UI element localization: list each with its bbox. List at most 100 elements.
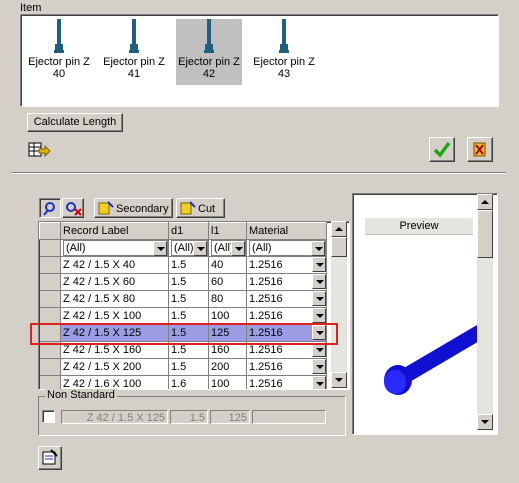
material-value: 1.2516	[249, 361, 283, 373]
column-header-record-label[interactable]: Record Label	[60, 222, 169, 240]
row-header[interactable]	[39, 290, 61, 308]
preview-scrollbar[interactable]	[477, 194, 493, 430]
material-value: 1.2516	[249, 310, 283, 322]
cell-material[interactable]: 1.2516	[246, 375, 327, 390]
item-name: Ejector pin Z	[178, 56, 240, 68]
cell-material[interactable]: 1.2516	[246, 273, 327, 291]
cell-record-label[interactable]: Z 42 / 1.6 X 100	[60, 375, 169, 389]
table-row[interactable]: Z 42 / 1.5 X 200 1.5 200 1.2516	[39, 358, 327, 376]
wrench-icon	[43, 202, 55, 216]
row-header[interactable]	[39, 256, 61, 274]
cell-l1[interactable]: 200	[208, 358, 247, 376]
item-group-label: Item	[20, 2, 42, 14]
row-header[interactable]	[39, 273, 61, 291]
properties-icon	[42, 449, 58, 465]
table-arrow-icon	[28, 142, 51, 158]
filter-row: (All) (All) (All) (All)	[39, 239, 327, 257]
dropdown-arrow-icon[interactable]	[312, 308, 326, 323]
cell-record-label[interactable]: Z 42 / 1.5 X 100	[60, 307, 169, 325]
dropdown-arrow-icon[interactable]	[312, 274, 326, 289]
filter-d1[interactable]: (All)	[168, 239, 209, 257]
calculate-length-button[interactable]: Calculate Length	[27, 113, 123, 132]
cell-record-label[interactable]: Z 42 / 1.5 X 200	[60, 358, 169, 376]
cell-l1[interactable]: 100	[208, 375, 247, 389]
scroll-thumb[interactable]	[331, 237, 347, 257]
scroll-down-button[interactable]	[331, 372, 347, 388]
item-ejector-pin-40[interactable]: Ejector pin Z 40	[26, 19, 92, 85]
dropdown-arrow-icon[interactable]	[153, 241, 167, 256]
toolbar-tool-2[interactable]	[62, 198, 84, 218]
cell-record-label[interactable]: Z 42 / 1.5 X 40	[60, 256, 169, 274]
item-ejector-pin-42[interactable]: Ejector pin Z 42	[176, 19, 242, 85]
dropdown-arrow-icon[interactable]	[231, 241, 245, 256]
cell-d1[interactable]: 1.5	[168, 290, 209, 308]
table-row[interactable]: Z 42 / 1.5 X 60 1.5 60 1.2516	[39, 273, 327, 291]
cut-label: Cut	[198, 203, 216, 215]
cancel-button[interactable]	[467, 137, 493, 162]
dropdown-arrow-icon[interactable]	[312, 291, 326, 306]
cell-material[interactable]: 1.2516	[246, 290, 327, 308]
cut-button[interactable]: Cut	[176, 198, 225, 218]
item-name: Ejector pin Z	[28, 56, 90, 68]
dropdown-arrow-icon[interactable]	[311, 241, 325, 256]
material-value: 1.2516	[249, 276, 283, 288]
table-settings-button[interactable]	[27, 140, 51, 162]
filter-value: (All)	[174, 242, 194, 254]
cell-l1[interactable]: 80	[208, 290, 247, 308]
record-grid[interactable]: Record Label d1 l1 Material (All) (All) …	[38, 221, 350, 390]
item-ejector-pin-41[interactable]: Ejector pin Z 41	[101, 19, 167, 85]
row-header[interactable]	[39, 375, 61, 389]
filter-material[interactable]: (All)	[246, 239, 327, 257]
table-row[interactable]: Z 42 / 1.6 X 100 1.6 100 1.2516	[39, 375, 327, 390]
secondary-button[interactable]: Secondary	[94, 198, 173, 218]
grid-scrollbar[interactable]	[331, 221, 347, 388]
material-value: 1.2516	[249, 378, 283, 390]
material-value: 1.2516	[249, 293, 283, 305]
dropdown-arrow-icon[interactable]	[312, 376, 326, 389]
cell-record-label[interactable]: Z 42 / 1.5 X 60	[60, 273, 169, 291]
cell-l1[interactable]: 100	[208, 307, 247, 325]
cell-d1[interactable]: 1.5	[168, 256, 209, 274]
row-header[interactable]	[39, 358, 61, 376]
cell-d1[interactable]: 1.5	[168, 273, 209, 291]
scroll-thumb[interactable]	[477, 210, 493, 258]
cell-d1[interactable]: 1.6	[168, 375, 209, 389]
scroll-down-button[interactable]	[477, 414, 493, 430]
table-row[interactable]: Z 42 / 1.5 X 80 1.5 80 1.2516	[39, 290, 327, 308]
column-header-l1[interactable]: l1	[208, 222, 247, 240]
scroll-up-button[interactable]	[477, 194, 493, 210]
cell-record-label[interactable]: Z 42 / 1.5 X 80	[60, 290, 169, 308]
cell-d1[interactable]: 1.5	[168, 307, 209, 325]
ejector-pin-icon	[279, 19, 289, 53]
cell-l1[interactable]: 60	[208, 273, 247, 291]
row-header[interactable]	[39, 307, 61, 325]
cell-d1[interactable]: 1.5	[168, 358, 209, 376]
non-standard-material	[252, 410, 326, 424]
checkmark-icon	[433, 141, 451, 158]
dropdown-arrow-icon[interactable]	[312, 257, 326, 272]
table-row[interactable]: Z 42 / 1.5 X 40 1.5 40 1.2516	[39, 256, 327, 274]
filter-record-label[interactable]: (All)	[60, 239, 169, 257]
cell-material[interactable]: 1.2516	[246, 307, 327, 325]
dropdown-arrow-icon[interactable]	[312, 359, 326, 374]
cell-material[interactable]: 1.2516	[246, 358, 327, 376]
scroll-up-button[interactable]	[331, 221, 347, 237]
item-size: 42	[202, 68, 216, 80]
cell-material[interactable]: 1.2516	[246, 256, 327, 274]
toolbar-tool-1[interactable]	[39, 198, 61, 218]
non-standard-l1: 125	[210, 410, 250, 424]
item-list[interactable]: Ejector pin Z 40 Ejector pin Z 41 Ejecto…	[20, 14, 499, 107]
cell-l1[interactable]: 40	[208, 256, 247, 274]
ok-button[interactable]	[429, 137, 455, 162]
preview-panel[interactable]: Preview	[352, 193, 498, 435]
properties-button[interactable]	[38, 446, 62, 470]
secondary-icon	[98, 201, 114, 215]
dropdown-arrow-icon[interactable]	[193, 241, 207, 256]
column-header-d1[interactable]: d1	[168, 222, 209, 240]
ejector-pin-icon	[129, 19, 139, 53]
column-header-material[interactable]: Material	[246, 222, 327, 240]
non-standard-checkbox[interactable]	[42, 410, 55, 423]
table-row[interactable]: Z 42 / 1.5 X 100 1.5 100 1.2516	[39, 307, 327, 325]
filter-l1[interactable]: (All)	[208, 239, 247, 257]
item-ejector-pin-43[interactable]: Ejector pin Z 43	[251, 19, 317, 85]
